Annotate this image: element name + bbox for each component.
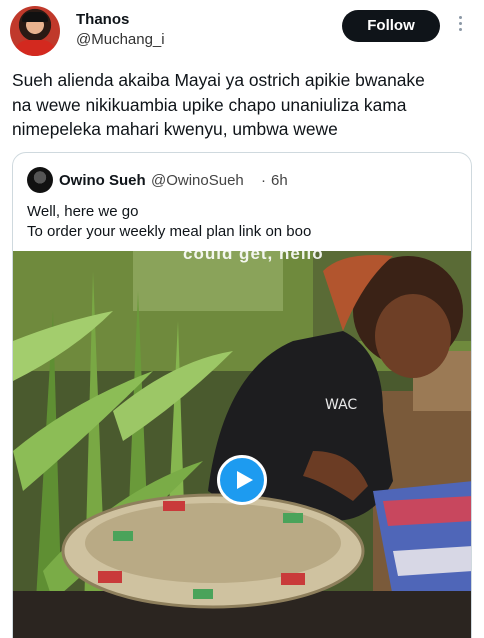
shirt-print: WAC xyxy=(325,397,357,413)
quoted-timestamp: 6h xyxy=(271,172,288,189)
author-avatar[interactable] xyxy=(10,6,60,56)
more-options-icon[interactable] xyxy=(456,16,464,36)
play-button[interactable] xyxy=(217,455,267,505)
tweet-header: Thanos @Muchang_i Follow xyxy=(0,0,484,62)
quoted-text-line: Well, here we go xyxy=(27,203,139,220)
follow-button[interactable]: Follow xyxy=(342,10,440,42)
quoted-author-avatar xyxy=(27,167,53,193)
tweet-text-line: Sueh alienda akaiba Mayai ya ostrich api… xyxy=(12,70,425,90)
quoted-text-line: To order your weekly meal plan link on b… xyxy=(27,223,312,240)
video-frame: WAC xyxy=(13,251,471,638)
tweet-text-line: na wewe nikikuambia upike chapo unaniuli… xyxy=(12,94,407,115)
video-player[interactable]: WAC could get, hello xyxy=(13,251,471,638)
quoted-author-name: Owino Sueh xyxy=(59,172,146,189)
author-handle[interactable]: @Muchang_i xyxy=(76,31,165,48)
author-name[interactable]: Thanos xyxy=(76,11,129,28)
quoted-author-handle: @OwinoSueh xyxy=(151,172,244,189)
avatar-cap xyxy=(22,12,48,22)
play-icon xyxy=(237,471,253,489)
quoted-separator: · xyxy=(261,172,266,189)
avatar-shirt xyxy=(14,40,56,56)
quoted-tweet[interactable]: Owino Sueh @OwinoSueh · 6h Well, here we… xyxy=(12,152,472,638)
tweet-text-line: nimepeleka mahari kwenyu, umbwa wewe xyxy=(12,119,338,139)
tweet-text: Sueh alienda akaiba Mayai ya ostrich api… xyxy=(12,68,474,142)
video-caption: could get, hello xyxy=(183,251,324,263)
